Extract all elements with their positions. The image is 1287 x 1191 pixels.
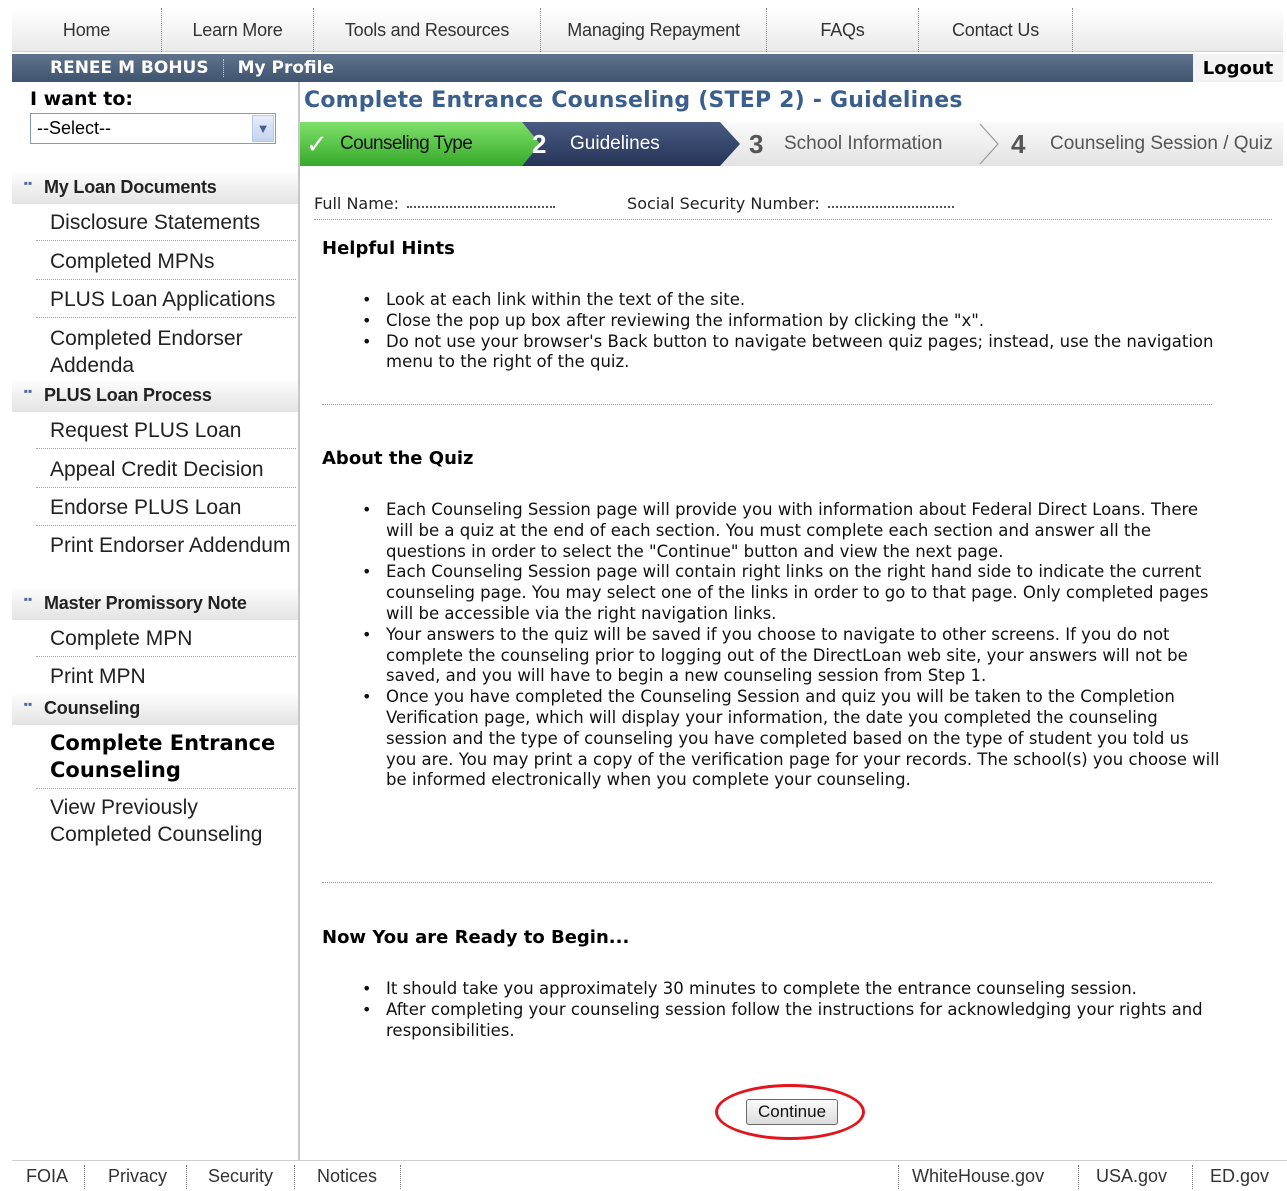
grip-dots-icon: ▪▪	[23, 176, 33, 190]
footer-divider	[1078, 1165, 1079, 1189]
list-item: Your answers to the quiz will be saved i…	[360, 625, 1220, 687]
footer-link-ed[interactable]: ED.gov	[1210, 1161, 1269, 1191]
nav-managing-repayment[interactable]: Managing Repayment	[541, 8, 767, 52]
step-progress-bar: ✓ Counseling Type 2 Guidelines 3 School …	[300, 122, 1283, 166]
section-master-promissory-note: ▪▪ Master Promissory Note	[12, 586, 298, 620]
helpful-hints-title: Helpful Hints	[322, 238, 455, 259]
chevron-down-icon[interactable]: ▼	[252, 115, 274, 142]
sidebar: I want to: --Select-- ▼ ▪▪ My Loan Docum…	[12, 82, 300, 1160]
footer: FOIA Privacy Security Notices WhiteHouse…	[12, 1160, 1287, 1191]
sidebar-item-disclosure-statements[interactable]: Disclosure Statements	[36, 203, 296, 241]
sidebar-item-plus-loan-applications[interactable]: PLUS Loan Applications	[36, 280, 296, 318]
sidebar-item-print-endorser-addendum[interactable]: Print Endorser Addendum	[36, 526, 296, 563]
footer-divider	[186, 1165, 187, 1189]
footer-divider	[1192, 1165, 1193, 1189]
grip-dots-icon: ▪▪	[23, 697, 33, 711]
list-item: Do not use your browser's Back button to…	[360, 332, 1220, 374]
step-school-information: School Information	[784, 133, 943, 154]
list-item: Each Counseling Session page will provid…	[360, 500, 1220, 562]
step-2-number: 2	[532, 128, 547, 159]
about-quiz-title: About the Quiz	[322, 448, 474, 469]
sidebar-item-endorse-plus-loan[interactable]: Endorse PLUS Loan	[36, 488, 296, 526]
ssn-masked-value	[827, 200, 954, 208]
section-title: PLUS Loan Process	[44, 384, 212, 405]
section-divider	[322, 882, 1212, 883]
list-item: It should take you approximately 30 minu…	[360, 979, 1220, 1000]
continue-highlight: Continue	[715, 1084, 865, 1140]
grip-dots-icon: ▪▪	[23, 592, 33, 606]
step-3-number: 3	[749, 128, 764, 159]
nav-learn-more[interactable]: Learn More	[162, 8, 314, 52]
sidebar-item-completed-endorser-addenda[interactable]: Completed Endorser Addenda	[36, 319, 296, 383]
sidebar-item-request-plus-loan[interactable]: Request PLUS Loan	[36, 411, 296, 449]
logout-button[interactable]: Logout	[1193, 54, 1283, 82]
sidebar-item-view-previously-completed-counseling[interactable]: View Previously Completed Counseling	[36, 788, 296, 852]
i-want-to-label: I want to:	[30, 88, 134, 110]
main-content: Complete Entrance Counseling (STEP 2) - …	[300, 82, 1283, 1160]
continue-button[interactable]: Continue	[746, 1099, 838, 1125]
footer-divider	[84, 1165, 85, 1189]
nav-tools-and-resources[interactable]: Tools and Resources	[314, 8, 541, 52]
list-item: Each Counseling Session page will contai…	[360, 562, 1220, 624]
section-plus-loan-process: ▪▪ PLUS Loan Process	[12, 378, 298, 412]
step-4-number: 4	[1011, 128, 1026, 159]
sidebar-item-print-mpn[interactable]: Print MPN	[36, 657, 296, 694]
check-icon: ✓	[306, 128, 328, 159]
step-counseling-session-quiz: Counseling Session / Quiz	[1050, 133, 1273, 154]
about-quiz-list: Each Counseling Session page will provid…	[360, 500, 1220, 791]
section-title: Master Promissory Note	[44, 592, 247, 613]
footer-link-usa[interactable]: USA.gov	[1096, 1161, 1167, 1191]
sidebar-item-complete-entrance-counseling[interactable]: Complete Entrance Counseling	[36, 724, 296, 789]
user-bar: RENEE M BOHUS My Profile Logout	[12, 54, 1283, 82]
full-name-masked-value	[407, 200, 556, 208]
sidebar-item-appeal-credit-decision[interactable]: Appeal Credit Decision	[36, 450, 296, 488]
helpful-hints-list: Look at each link within the text of the…	[360, 290, 1220, 373]
select-value: --Select--	[37, 118, 112, 138]
nav-home[interactable]: Home	[12, 8, 162, 52]
full-name-label: Full Name:	[314, 194, 400, 213]
section-title: Counseling	[44, 697, 140, 718]
footer-link-notices[interactable]: Notices	[317, 1161, 377, 1191]
sidebar-item-completed-mpns[interactable]: Completed MPNs	[36, 242, 296, 280]
page-title: Complete Entrance Counseling (STEP 2) - …	[304, 88, 963, 113]
footer-divider	[400, 1165, 401, 1189]
list-item: Once you have completed the Counseling S…	[360, 687, 1220, 791]
i-want-to-select[interactable]: --Select-- ▼	[30, 113, 276, 144]
section-counseling: ▪▪ Counseling	[12, 691, 298, 725]
my-profile-link[interactable]: My Profile	[224, 58, 334, 78]
footer-link-foia[interactable]: FOIA	[26, 1161, 68, 1191]
top-navigation: Home Learn More Tools and Resources Mana…	[12, 8, 1283, 52]
step-counseling-type: Counseling Type	[340, 133, 473, 154]
list-item: Look at each link within the text of the…	[360, 290, 1220, 311]
ready-title: Now You are Ready to Begin...	[322, 927, 630, 948]
footer-link-privacy[interactable]: Privacy	[108, 1161, 167, 1191]
list-item: Close the pop up box after reviewing the…	[360, 311, 1220, 332]
footer-divider	[294, 1165, 295, 1189]
step-guidelines: Guidelines	[570, 133, 660, 154]
section-title: My Loan Documents	[44, 176, 217, 197]
ssn-label: Social Security Number:	[627, 194, 820, 213]
section-divider	[322, 404, 1212, 405]
grip-dots-icon: ▪▪	[23, 384, 33, 398]
section-my-loan-documents: ▪▪ My Loan Documents	[12, 170, 298, 204]
footer-divider	[898, 1165, 899, 1189]
nav-contact-us[interactable]: Contact Us	[919, 8, 1073, 52]
borrower-info-bar: Full Name: Social Security Number:	[314, 188, 1272, 220]
user-name: RENEE M BOHUS	[50, 58, 209, 78]
ready-list: It should take you approximately 30 minu…	[360, 979, 1220, 1041]
nav-faqs[interactable]: FAQs	[767, 8, 919, 52]
footer-link-security[interactable]: Security	[208, 1161, 273, 1191]
footer-link-whitehouse[interactable]: WhiteHouse.gov	[912, 1161, 1044, 1191]
sidebar-item-complete-mpn[interactable]: Complete MPN	[36, 619, 296, 657]
list-item: After completing your counseling session…	[360, 1000, 1220, 1042]
